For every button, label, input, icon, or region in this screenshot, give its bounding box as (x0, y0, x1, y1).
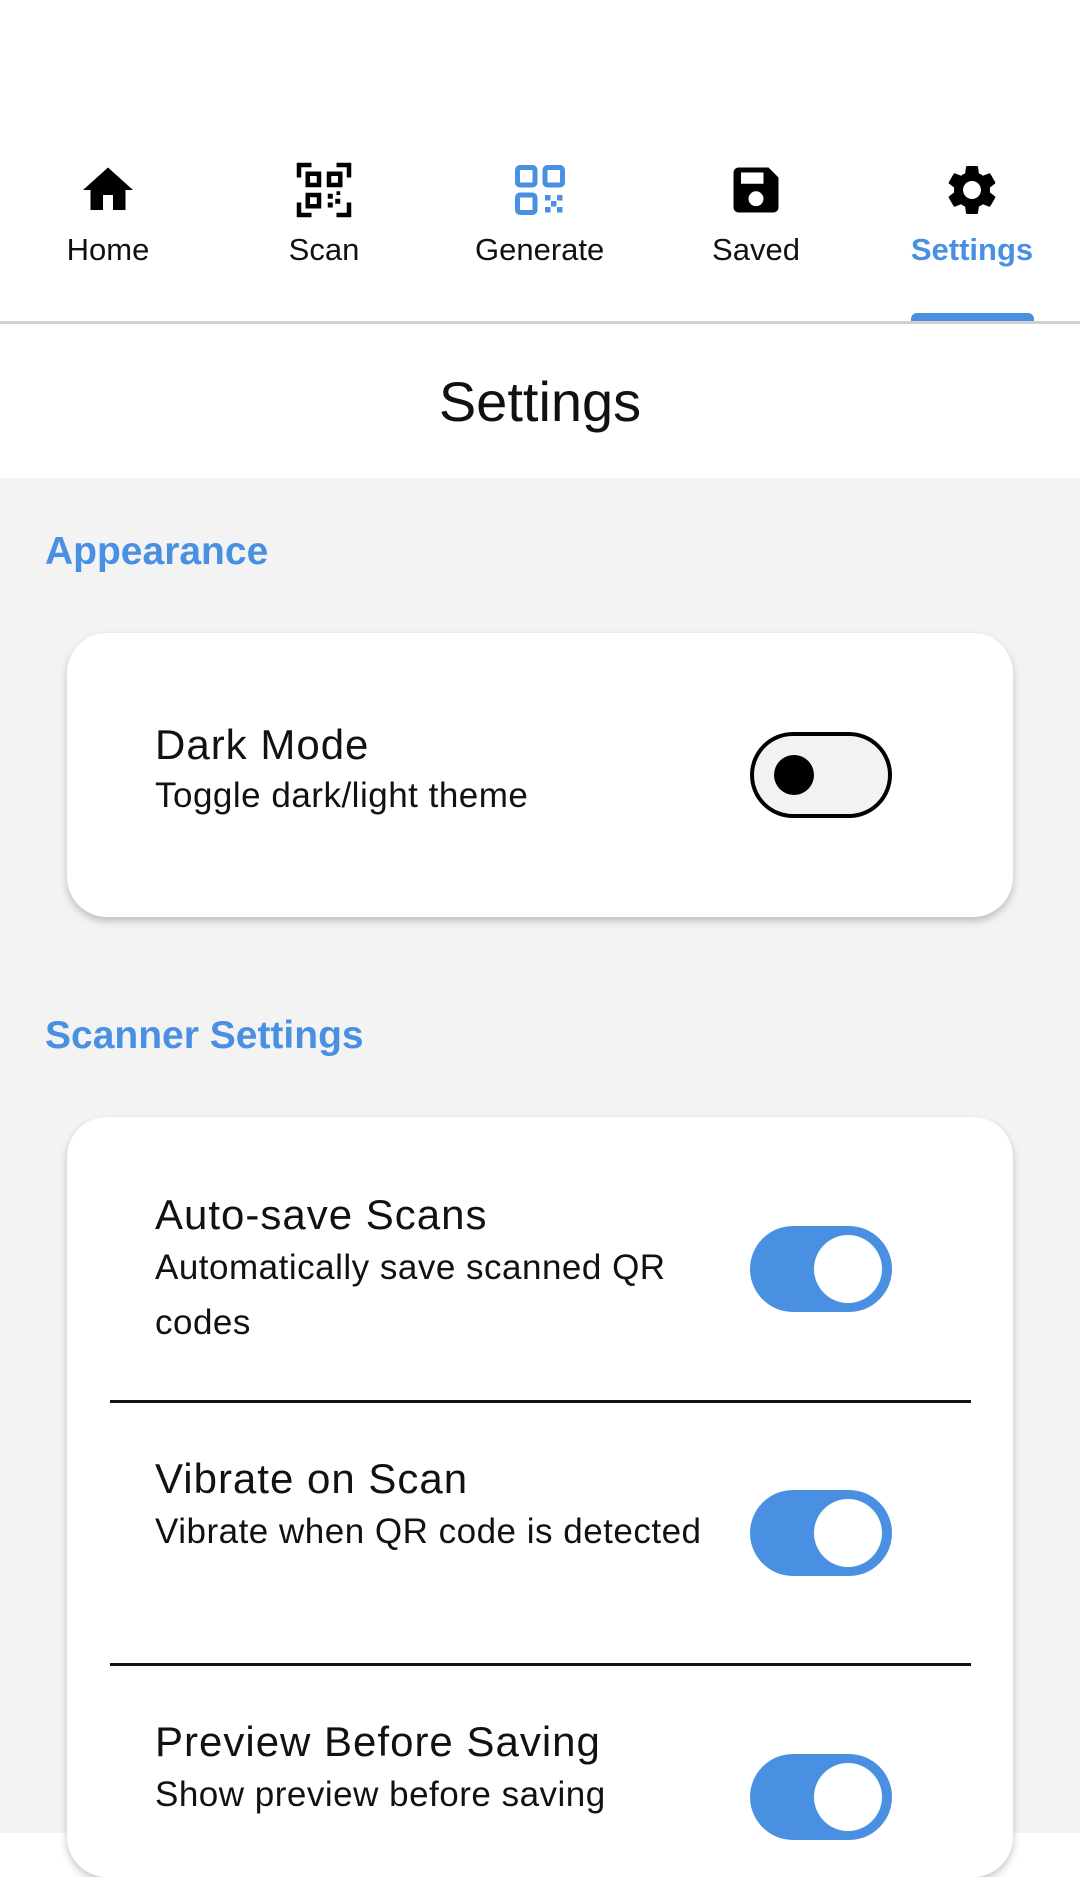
toggle-knob (814, 1763, 882, 1831)
tab-generate[interactable]: Generate (432, 160, 648, 320)
floppy-disk-icon (726, 160, 786, 220)
qr-scan-icon (294, 160, 354, 220)
appearance-card: Dark Mode Toggle dark/light theme (67, 633, 1013, 917)
section-title-scanner-settings: Scanner Settings (45, 1014, 364, 1057)
setting-subtitle: Toggle dark/light theme (155, 776, 529, 815)
setting-row-preview: Preview Before Saving Show preview befor… (67, 1666, 1013, 1877)
vibrate-toggle[interactable] (750, 1490, 892, 1576)
setting-title: Dark Mode (155, 721, 370, 768)
tab-label: Home (66, 232, 150, 267)
gear-icon (942, 160, 1002, 220)
tab-label: Saved (712, 232, 800, 267)
tab-bar: Home Scan Generate Saved Settings (0, 0, 1080, 323)
setting-title: Preview Before Saving (155, 1718, 601, 1765)
dark-mode-toggle[interactable] (750, 732, 892, 818)
setting-row-dark-mode: Dark Mode Toggle dark/light theme (67, 633, 1013, 917)
setting-title: Vibrate on Scan (155, 1455, 469, 1502)
tab-saved[interactable]: Saved (648, 160, 864, 320)
scanner-settings-card: Auto-save Scans Automatically save scann… (67, 1117, 1013, 1877)
toggle-knob (814, 1235, 882, 1303)
qr-generate-icon (510, 160, 570, 220)
setting-subtitle: Vibrate when QR code is detected (155, 1512, 702, 1551)
tab-settings[interactable]: Settings (864, 160, 1080, 320)
section-title-appearance: Appearance (45, 530, 269, 573)
page-header: Settings (0, 324, 1080, 478)
tab-home[interactable]: Home (0, 160, 216, 320)
toggle-knob (774, 755, 814, 795)
page-title: Settings (438, 369, 642, 433)
setting-row-vibrate: Vibrate on Scan Vibrate when QR code is … (67, 1403, 1013, 1663)
home-icon (78, 160, 138, 220)
tab-label: Scan (288, 232, 360, 267)
setting-subtitle: Automatically save scanned QR codes (155, 1248, 666, 1342)
tab-scan[interactable]: Scan (216, 160, 432, 320)
toggle-knob (814, 1499, 882, 1567)
setting-title: Auto-save Scans (155, 1191, 488, 1238)
setting-row-auto-save: Auto-save Scans Automatically save scann… (67, 1117, 1013, 1400)
auto-save-toggle[interactable] (750, 1226, 892, 1312)
tab-label: Generate (475, 232, 605, 267)
tab-label: Settings (910, 232, 1034, 267)
preview-toggle[interactable] (750, 1754, 892, 1840)
settings-content: Appearance Dark Mode Toggle dark/light t… (0, 478, 1080, 1877)
setting-subtitle: Show preview before saving (155, 1775, 606, 1814)
